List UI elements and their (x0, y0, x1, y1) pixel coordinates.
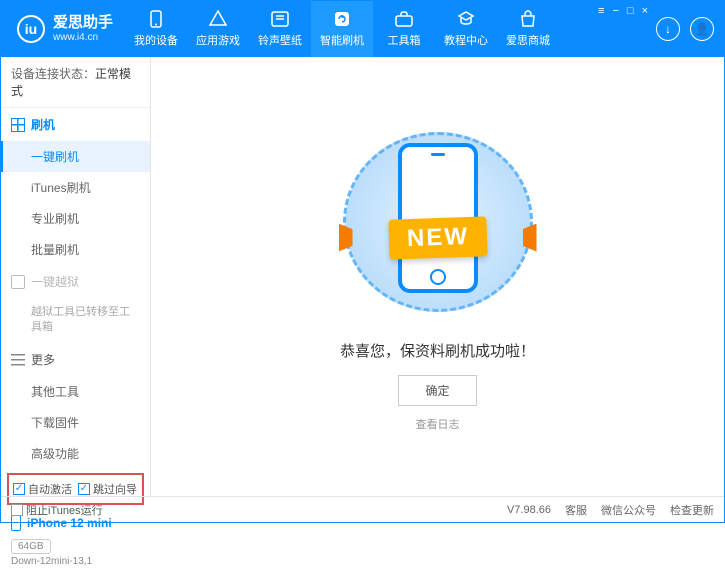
nav-label: 应用游戏 (196, 32, 240, 48)
nav-label: 我的设备 (134, 32, 178, 48)
cb-label: 跳过向导 (93, 481, 137, 497)
list-icon (11, 352, 25, 366)
sidebar-item-advanced[interactable]: 高级功能 (1, 438, 150, 469)
version-label: V7.98.66 (507, 504, 551, 516)
device-sub: Down-12mini-13,1 (1, 556, 150, 573)
toolbox-icon (395, 10, 413, 28)
sidebar-item-other-tools[interactable]: 其他工具 (1, 376, 150, 407)
nav-tutorials[interactable]: 教程中心 (435, 1, 497, 57)
nav-ringtones[interactable]: 铃声壁纸 (249, 1, 311, 57)
ok-button[interactable]: 确定 (398, 375, 476, 406)
apps-icon (209, 10, 227, 28)
section-title: 刷机 (31, 116, 55, 133)
footer-service[interactable]: 客服 (565, 502, 587, 518)
logo[interactable]: iu 爱思助手 www.i4.cn (1, 15, 125, 43)
cb-label: 自动激活 (28, 481, 72, 497)
nav-label: 爱思商城 (506, 32, 550, 48)
minimize-icon[interactable]: − (612, 5, 618, 17)
maximize-icon[interactable]: □ (627, 5, 634, 17)
footer: 阻止iTunes运行 V7.98.66 客服 微信公众号 检查更新 (1, 496, 724, 522)
header: iu 爱思助手 www.i4.cn 我的设备 应用游戏 铃声壁纸 智能刷机 (1, 1, 724, 57)
nav-apps[interactable]: 应用游戏 (187, 1, 249, 57)
section-jailbreak: 一键越狱 越狱工具已转移至工具箱 (1, 265, 150, 343)
menu-icon[interactable]: ≡ (598, 5, 604, 17)
device-icon (147, 10, 165, 28)
section-title: 一键越狱 (31, 273, 79, 290)
section-more: 更多 其他工具 下载固件 高级功能 (1, 343, 150, 469)
checkbox-skip-guide[interactable]: ✓跳过向导 (78, 481, 137, 497)
app-url: www.i4.cn (53, 32, 113, 43)
nav-label: 铃声壁纸 (258, 32, 302, 48)
cb-label: 阻止iTunes运行 (26, 502, 103, 518)
section-more-header[interactable]: 更多 (1, 343, 150, 376)
flash-icon (333, 10, 351, 28)
jailbreak-note: 越狱工具已转移至工具箱 (1, 298, 150, 343)
success-illustration: NEW (333, 122, 543, 322)
nav-my-device[interactable]: 我的设备 (125, 1, 187, 57)
nav-store[interactable]: 爱思商城 (497, 1, 559, 57)
close-icon[interactable]: × (642, 5, 648, 17)
body: 设备连接状态：正常模式 刷机 一键刷机 iTunes刷机 专业刷机 批量刷机 一… (1, 57, 724, 496)
profile-icons: ↓ 👤 (656, 17, 724, 41)
nav-label: 教程中心 (444, 32, 488, 48)
tutorial-icon (457, 10, 475, 28)
flash-section-icon (11, 118, 25, 132)
main-content: NEW 恭喜您，保资料刷机成功啦！ 确定 查看日志 (151, 57, 724, 496)
nav-toolbox[interactable]: 工具箱 (373, 1, 435, 57)
sidebar-item-download-fw[interactable]: 下载固件 (1, 407, 150, 438)
download-icon[interactable]: ↓ (656, 17, 680, 41)
logo-text: 爱思助手 www.i4.cn (53, 15, 113, 43)
success-message: 恭喜您，保资料刷机成功啦！ (340, 340, 535, 361)
new-banner: NEW (388, 216, 487, 259)
view-log-link[interactable]: 查看日志 (416, 416, 460, 432)
connection-status: 设备连接状态：正常模式 (1, 57, 150, 108)
section-title: 更多 (31, 351, 55, 368)
footer-check-update[interactable]: 检查更新 (670, 502, 714, 518)
store-icon (519, 10, 537, 28)
sidebar-item-batch-flash[interactable]: 批量刷机 (1, 234, 150, 265)
nav-label: 智能刷机 (320, 32, 364, 48)
section-flash: 刷机 一键刷机 iTunes刷机 专业刷机 批量刷机 (1, 108, 150, 265)
logo-icon: iu (17, 15, 45, 43)
sidebar-item-oneclick-flash[interactable]: 一键刷机 (1, 141, 150, 172)
nav-flash[interactable]: 智能刷机 (311, 1, 373, 57)
sidebar-item-itunes-flash[interactable]: iTunes刷机 (1, 172, 150, 203)
footer-wechat[interactable]: 微信公众号 (601, 502, 656, 518)
sidebar: 设备连接状态：正常模式 刷机 一键刷机 iTunes刷机 专业刷机 批量刷机 一… (1, 57, 151, 496)
app-title: 爱思助手 (53, 15, 113, 32)
storage-badge: 64GB (11, 539, 51, 554)
checkbox-block-itunes[interactable]: 阻止iTunes运行 (11, 502, 103, 518)
section-flash-header[interactable]: 刷机 (1, 108, 150, 141)
sidebar-item-pro-flash[interactable]: 专业刷机 (1, 203, 150, 234)
titlebar: ≡ − □ × (598, 1, 656, 57)
section-jailbreak-header[interactable]: 一键越狱 (1, 265, 150, 298)
nav-label: 工具箱 (388, 32, 421, 48)
lock-icon (11, 275, 25, 289)
nav: 我的设备 应用游戏 铃声壁纸 智能刷机 工具箱 教程中心 (125, 1, 559, 57)
checkbox-auto-activate[interactable]: ✓自动激活 (13, 481, 72, 497)
wallpaper-icon (271, 10, 289, 28)
app-window: iu 爱思助手 www.i4.cn 我的设备 应用游戏 铃声壁纸 智能刷机 (0, 0, 725, 523)
user-icon[interactable]: 👤 (690, 17, 714, 41)
status-label: 设备连接状态： (11, 67, 95, 81)
